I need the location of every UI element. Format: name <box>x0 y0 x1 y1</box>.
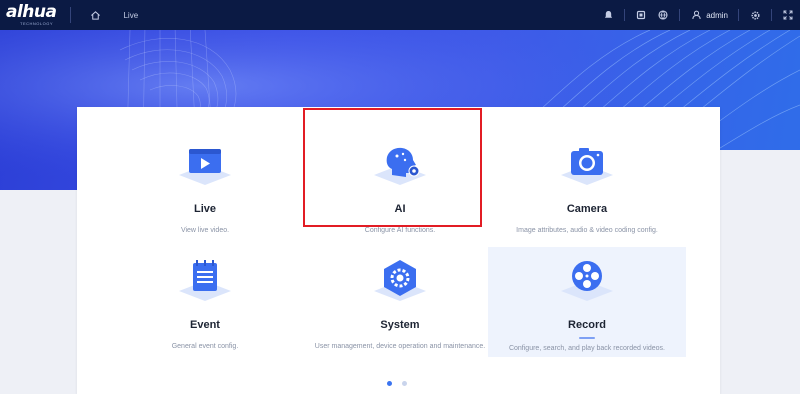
header-divider <box>624 9 626 21</box>
play-screen-icon <box>175 141 235 189</box>
tile-system-title: System <box>380 319 420 331</box>
bell-icon[interactable] <box>602 9 614 21</box>
camera-icon <box>557 141 617 189</box>
user-menu[interactable]: admin <box>690 9 728 21</box>
clipboard-icon <box>175 257 235 305</box>
brand-logo[interactable]: alhua TECHNOLOGY <box>6 2 57 26</box>
page-indicator <box>387 381 407 386</box>
tile-event[interactable]: Event General event config. <box>107 237 303 350</box>
tile-system-desc: User management, device operation and ma… <box>314 343 486 350</box>
globe-icon[interactable] <box>657 9 669 21</box>
header-divider <box>738 9 739 21</box>
top-bar: alhua TECHNOLOGY Live admin <box>0 0 800 30</box>
user-icon <box>690 9 702 21</box>
nav-live-label[interactable]: Live <box>123 11 138 20</box>
tile-record-underline <box>579 337 595 339</box>
tile-record-desc: Configure, search, and play back recorde… <box>508 345 666 352</box>
username-label: admin <box>706 10 728 20</box>
tile-live-title: Live <box>193 203 216 215</box>
gear-icon[interactable] <box>749 9 761 21</box>
tile-live[interactable]: Live View live video. <box>107 121 303 234</box>
tile-record[interactable]: Record Configure, search, and play back … <box>488 247 686 357</box>
header-divider <box>679 9 681 21</box>
film-reel-icon <box>557 257 617 305</box>
tile-event-desc: General event config. <box>171 343 239 350</box>
tile-event-title: Event <box>190 319 220 331</box>
fullscreen-icon[interactable] <box>782 9 794 21</box>
page-dot-1[interactable] <box>387 381 392 386</box>
header-divider <box>771 9 772 21</box>
ai-tile-highlight-box <box>303 108 482 227</box>
header-divider <box>70 7 72 23</box>
tile-system[interactable]: System User management, device operation… <box>291 237 509 350</box>
system-gear-icon <box>370 257 430 305</box>
brand-tagline: TECHNOLOGY <box>20 21 54 26</box>
tile-record-title: Record <box>568 319 606 331</box>
device-icon[interactable] <box>635 9 647 21</box>
header-actions: admin <box>602 0 794 30</box>
tile-live-desc: View live video. <box>180 227 230 234</box>
tile-camera-desc: Image attributes, audio & video coding c… <box>516 227 658 234</box>
tile-camera[interactable]: Camera Image attributes, audio & video c… <box>489 121 685 234</box>
brand-name: alhua <box>6 2 57 22</box>
tile-camera-title: Camera <box>566 203 608 215</box>
page-dot-2[interactable] <box>402 381 407 386</box>
tile-ai-desc: Configure AI functions. <box>364 227 436 234</box>
home-icon[interactable] <box>87 7 103 23</box>
